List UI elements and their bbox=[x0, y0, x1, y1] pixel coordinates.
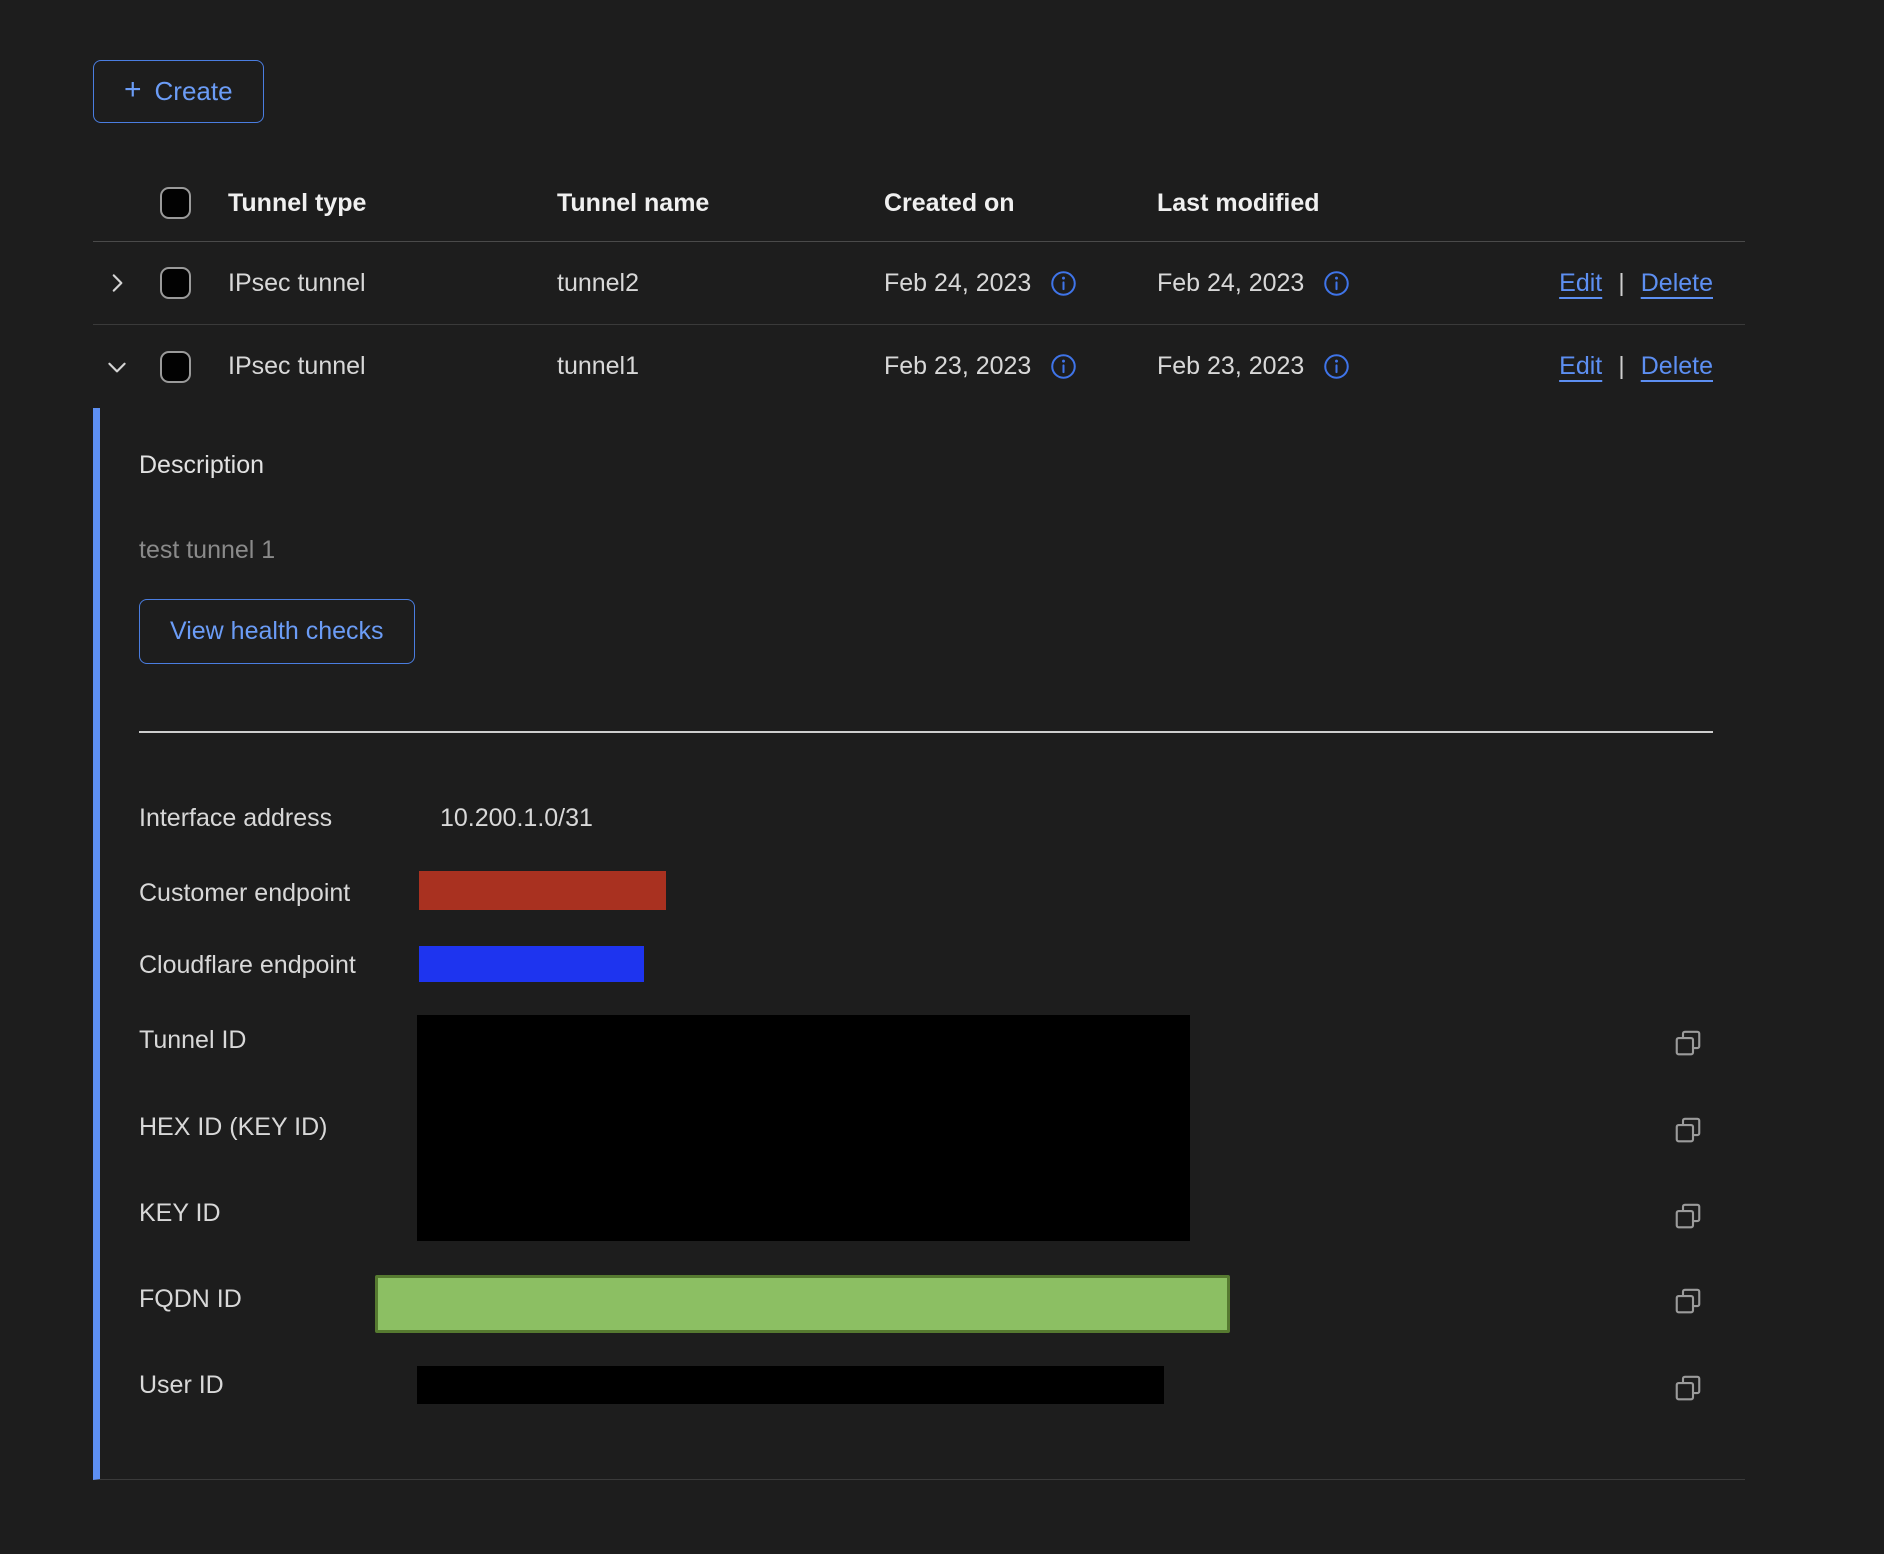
customer-endpoint-redaction bbox=[419, 871, 666, 910]
copy-user-id-button[interactable] bbox=[1673, 1373, 1703, 1403]
edit-link[interactable]: Edit bbox=[1559, 269, 1602, 298]
created-on-cell: Feb 23, 2023 bbox=[884, 352, 1031, 381]
last-modified-cell: Feb 23, 2023 bbox=[1157, 352, 1304, 381]
cloudflare-endpoint-label: Cloudflare endpoint bbox=[139, 950, 356, 980]
copy-icon bbox=[1673, 1201, 1703, 1231]
tunnel-row-tunnel1: IPsec tunnel tunnel1 Feb 23, 2023 Feb 23… bbox=[93, 325, 1745, 408]
delete-link[interactable]: Delete bbox=[1641, 352, 1713, 381]
column-header-last-modified: Last modified bbox=[1157, 189, 1450, 218]
collapse-row-button[interactable] bbox=[93, 354, 148, 380]
key-id-label: KEY ID bbox=[139, 1198, 221, 1228]
row-checkbox[interactable] bbox=[160, 267, 191, 299]
info-icon[interactable] bbox=[1050, 353, 1077, 380]
copy-fqdn-id-button[interactable] bbox=[1673, 1286, 1703, 1316]
tunnel-type-cell: IPsec tunnel bbox=[228, 269, 557, 298]
hex-id-label: HEX ID (KEY ID) bbox=[139, 1112, 327, 1142]
customer-endpoint-label: Customer endpoint bbox=[139, 878, 350, 908]
edit-link[interactable]: Edit bbox=[1559, 352, 1602, 381]
tunnel-id-label: Tunnel ID bbox=[139, 1025, 246, 1055]
plus-icon: + bbox=[124, 75, 142, 105]
description-label: Description bbox=[139, 450, 264, 480]
info-icon[interactable] bbox=[1050, 270, 1077, 297]
copy-icon bbox=[1673, 1373, 1703, 1403]
user-id-label: User ID bbox=[139, 1370, 224, 1400]
tunnel-type-cell: IPsec tunnel bbox=[228, 352, 557, 381]
copy-tunnel-id-button[interactable] bbox=[1673, 1028, 1703, 1058]
column-header-created-on: Created on bbox=[884, 189, 1157, 218]
tunnels-table: Tunnel type Tunnel name Created on Last … bbox=[93, 165, 1745, 1480]
created-on-cell: Feb 24, 2023 bbox=[884, 269, 1031, 298]
info-icon[interactable] bbox=[1323, 270, 1350, 297]
tunnel-name-cell: tunnel1 bbox=[557, 352, 884, 381]
interface-address-label: Interface address bbox=[139, 803, 332, 833]
copy-hex-id-button[interactable] bbox=[1673, 1115, 1703, 1145]
delete-link[interactable]: Delete bbox=[1641, 269, 1713, 298]
copy-icon bbox=[1673, 1286, 1703, 1316]
chevron-down-icon bbox=[104, 354, 130, 380]
column-header-tunnel-type: Tunnel type bbox=[228, 189, 557, 218]
section-divider bbox=[139, 731, 1713, 733]
last-modified-cell: Feb 24, 2023 bbox=[1157, 269, 1304, 298]
create-button[interactable]: + Create bbox=[93, 60, 264, 123]
column-header-tunnel-name: Tunnel name bbox=[557, 189, 884, 218]
interface-address-value: 10.200.1.0/31 bbox=[440, 803, 593, 833]
table-header-row: Tunnel type Tunnel name Created on Last … bbox=[93, 165, 1745, 242]
fqdn-id-label: FQDN ID bbox=[139, 1284, 242, 1314]
copy-key-id-button[interactable] bbox=[1673, 1201, 1703, 1231]
tunnel-details-panel: Description test tunnel 1 View health ch… bbox=[93, 408, 1745, 1480]
view-health-checks-button[interactable]: View health checks bbox=[139, 599, 415, 664]
tunnel-name-cell: tunnel2 bbox=[557, 269, 884, 298]
tunnel-row-tunnel2: IPsec tunnel tunnel2 Feb 24, 2023 Feb 24… bbox=[93, 242, 1745, 325]
id-fields-redaction bbox=[417, 1015, 1190, 1241]
tunnels-page: + Create Tunnel type Tunnel name Created… bbox=[0, 0, 1884, 1554]
copy-icon bbox=[1673, 1028, 1703, 1058]
copy-icon bbox=[1673, 1115, 1703, 1145]
fqdn-id-redaction bbox=[375, 1275, 1230, 1333]
chevron-right-icon bbox=[104, 270, 130, 296]
description-value: test tunnel 1 bbox=[139, 535, 275, 565]
info-icon[interactable] bbox=[1323, 353, 1350, 380]
action-separator: | bbox=[1618, 269, 1625, 298]
select-all-checkbox[interactable] bbox=[160, 187, 191, 219]
user-id-redaction bbox=[417, 1366, 1164, 1404]
row-checkbox[interactable] bbox=[160, 351, 191, 383]
action-separator: | bbox=[1618, 352, 1625, 381]
expand-row-button[interactable] bbox=[93, 270, 148, 296]
create-button-label: Create bbox=[155, 76, 233, 107]
cloudflare-endpoint-redaction bbox=[419, 946, 644, 982]
